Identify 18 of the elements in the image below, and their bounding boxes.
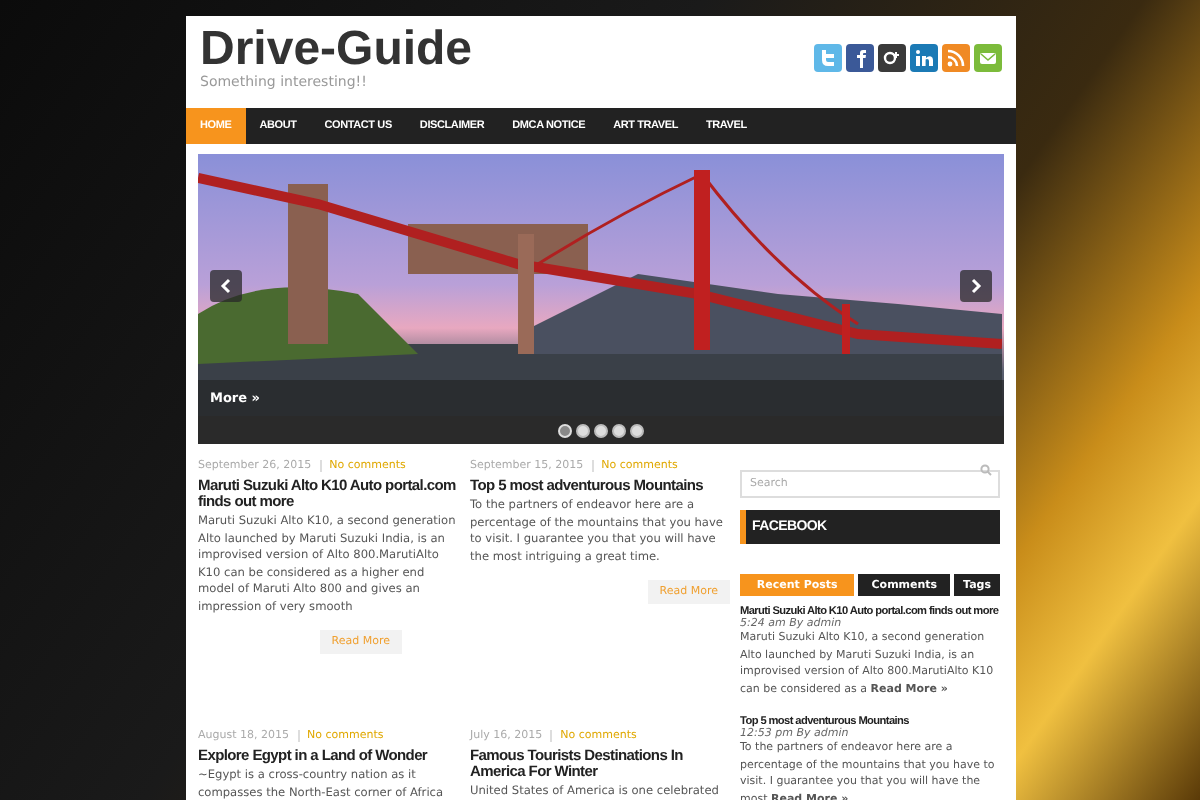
pager-dot[interactable] xyxy=(576,423,590,437)
twitter-icon xyxy=(818,48,838,68)
previous-button[interactable] xyxy=(210,270,242,302)
linkedin-icon xyxy=(914,48,934,68)
next-button[interactable] xyxy=(960,270,992,302)
site-title[interactable]: Drive-Guide xyxy=(200,26,473,74)
rss-icon xyxy=(946,48,966,68)
pager-dot[interactable] xyxy=(594,423,608,437)
envelope-icon xyxy=(978,48,998,68)
google-plus-icon xyxy=(882,48,902,68)
chevron-left-icon xyxy=(218,278,234,294)
pager-dot[interactable] xyxy=(612,423,626,437)
pager-dot[interactable] xyxy=(630,423,644,437)
social-button[interactable] xyxy=(878,44,906,72)
search-icon xyxy=(980,464,992,476)
pager-dot[interactable] xyxy=(558,423,572,437)
social-button[interactable] xyxy=(846,44,874,72)
chevron-right-icon xyxy=(968,278,984,294)
